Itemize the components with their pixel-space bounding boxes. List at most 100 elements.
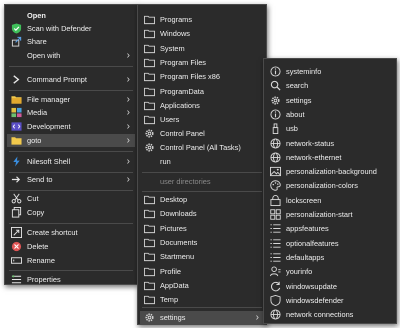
menu-item-command-prompt[interactable]: Command Prompt ›	[7, 73, 135, 86]
menu-item-run[interactable]: run	[140, 155, 264, 168]
menu-separator	[9, 223, 133, 224]
menu-item-scan-defender[interactable]: Scan with Defender	[7, 22, 135, 35]
menu-item-setting[interactable]: windowsdefender	[266, 294, 394, 307]
menu-item-folder[interactable]: Windows	[140, 27, 264, 40]
menu-item-nilesoft-shell[interactable]: Nilesoft Shell ›	[7, 155, 135, 168]
menu-item-goto[interactable]: goto ›	[7, 134, 135, 147]
menu-item-delete[interactable]: Delete	[7, 240, 135, 253]
menu-item-setting[interactable]: search	[266, 79, 394, 92]
menu-item-setting[interactable]: about	[266, 108, 394, 121]
gear-icon	[144, 142, 155, 153]
menu-item-share[interactable]: Share	[7, 35, 135, 48]
shortcut-icon	[11, 227, 22, 238]
usb-icon	[270, 123, 281, 135]
menu-item-control-panel-all-label: Control Panel (All Tasks)	[160, 143, 241, 152]
menu-item-setting[interactable]: lockscreen	[266, 194, 394, 207]
menu-item-copy-label: Copy	[27, 208, 45, 217]
menu-item-user-directory[interactable]: Desktop	[140, 193, 264, 206]
chevron-right-icon: ›	[126, 174, 130, 185]
folder-icon	[144, 266, 155, 277]
menu-item-setting-label: network-ethernet	[286, 152, 342, 162]
properties-icon	[11, 274, 22, 285]
menu-item-setting[interactable]: personalization-colors	[266, 179, 394, 192]
menu-item-user-directory[interactable]: Temp	[140, 293, 264, 306]
menu-item-setting-label: network-status	[286, 138, 335, 148]
menu-item-folder[interactable]: Applications	[140, 99, 264, 112]
menu-item-folder[interactable]: Program Files x86	[140, 70, 264, 83]
menu-item-setting[interactable]: network-ethernet	[266, 151, 394, 164]
menu-item-control-panel[interactable]: Control Panel	[140, 127, 264, 140]
menu-item-properties[interactable]: Properties	[7, 273, 135, 286]
menu-item-delete-label: Delete	[27, 242, 49, 251]
menu-item-user-directory[interactable]: Documents	[140, 236, 264, 249]
menu-item-folder[interactable]: Program Files	[140, 56, 264, 69]
menu-item-setting[interactable]: optionalfeatures	[266, 237, 394, 250]
menu-item-run-label: run	[160, 157, 171, 166]
chevron-right-icon: ›	[126, 50, 130, 61]
menu-item-folder-label: ProgramData	[160, 86, 204, 96]
menu-item-setting-label: systeminfo	[286, 67, 322, 76]
menu-item-cut-label: Cut	[27, 194, 39, 203]
media-icon	[11, 107, 22, 118]
menu-item-folder[interactable]: Programs	[140, 13, 264, 26]
chevron-right-icon: ›	[126, 121, 130, 132]
menu-item-rename[interactable]: Rename	[7, 254, 135, 267]
list-icon	[270, 238, 281, 249]
menu-item-setting[interactable]: network-status	[266, 137, 394, 150]
menu-item-setting-label: usb	[286, 124, 298, 134]
menu-item-media[interactable]: Media ›	[7, 106, 135, 119]
menu-item-development-label: Development	[27, 122, 71, 131]
menu-item-setting[interactable]: settings	[266, 94, 394, 107]
copy-icon	[11, 207, 22, 218]
menu-item-setting[interactable]: network connections	[266, 308, 394, 321]
menu-item-cut[interactable]: Cut	[7, 192, 135, 205]
menu-item-setting-label: lockscreen	[286, 195, 322, 205]
chevron-right-icon: ›	[126, 94, 130, 105]
menu-item-file-manager[interactable]: File manager ›	[7, 93, 135, 106]
menu-item-user-directory[interactable]: Pictures	[140, 222, 264, 235]
menu-item-setting[interactable]: appsfeatures	[266, 222, 394, 235]
palette-icon	[270, 180, 281, 192]
menu-item-open[interactable]: Open	[7, 9, 135, 22]
scissors-icon	[11, 193, 22, 204]
menu-item-user-directory-label: Pictures	[160, 223, 187, 233]
menu-item-setting[interactable]: systeminfo	[266, 65, 394, 78]
menu-item-control-panel-all[interactable]: Control Panel (All Tasks)	[140, 141, 264, 154]
menu-item-create-shortcut[interactable]: Create shortcut	[7, 226, 135, 239]
folder-icon	[144, 71, 155, 82]
chevron-right-icon: ›	[255, 312, 259, 323]
menu-item-setting[interactable]: personalization-background	[266, 165, 394, 178]
delete-icon	[11, 241, 22, 252]
menu-item-setting[interactable]: yourinfo	[266, 265, 394, 278]
settings-submenu: systeminfo search settings about usb network-…	[263, 58, 397, 324]
menu-item-send-to[interactable]: Send to ›	[7, 173, 135, 186]
menu-item-setting[interactable]: windowsupdate	[266, 280, 394, 293]
menu-item-setting[interactable]: defaultapps	[266, 251, 394, 264]
refresh-icon	[270, 281, 281, 292]
menu-item-copy[interactable]: Copy	[7, 206, 135, 219]
menu-item-setting[interactable]: personalization-start	[266, 208, 394, 221]
menu-item-user-directory[interactable]: Startmenu	[140, 250, 264, 263]
chevron-right-icon: ›	[126, 156, 130, 167]
menu-item-user-directory[interactable]: Downloads	[140, 207, 264, 220]
menu-item-folder[interactable]: Users	[140, 113, 264, 126]
gear-icon	[270, 95, 281, 106]
menu-separator	[142, 307, 262, 308]
menu-item-setting-label: optionalfeatures	[286, 238, 339, 248]
menu-item-open-with[interactable]: Open with ›	[7, 49, 135, 62]
menu-item-folder-label: Applications	[160, 100, 200, 110]
menu-item-development[interactable]: Development ›	[7, 120, 135, 133]
folder-icon	[144, 14, 155, 25]
menu-item-settings[interactable]: settings ›	[140, 311, 264, 324]
menu-item-user-directory-label: Temp	[160, 295, 179, 305]
menu-item-user-directory[interactable]: AppData	[140, 279, 264, 292]
menu-item-folder[interactable]: System	[140, 42, 264, 55]
menu-item-user-directory[interactable]: Profile	[140, 265, 264, 278]
gear-icon	[144, 312, 155, 323]
menu-item-goto-label: goto	[27, 136, 42, 145]
folder-icon	[144, 251, 155, 262]
folder-icon	[11, 135, 22, 146]
menu-item-setting[interactable]: usb	[266, 122, 394, 135]
menu-item-folder[interactable]: ProgramData	[140, 85, 264, 98]
menu-item-create-shortcut-label: Create shortcut	[27, 228, 78, 237]
